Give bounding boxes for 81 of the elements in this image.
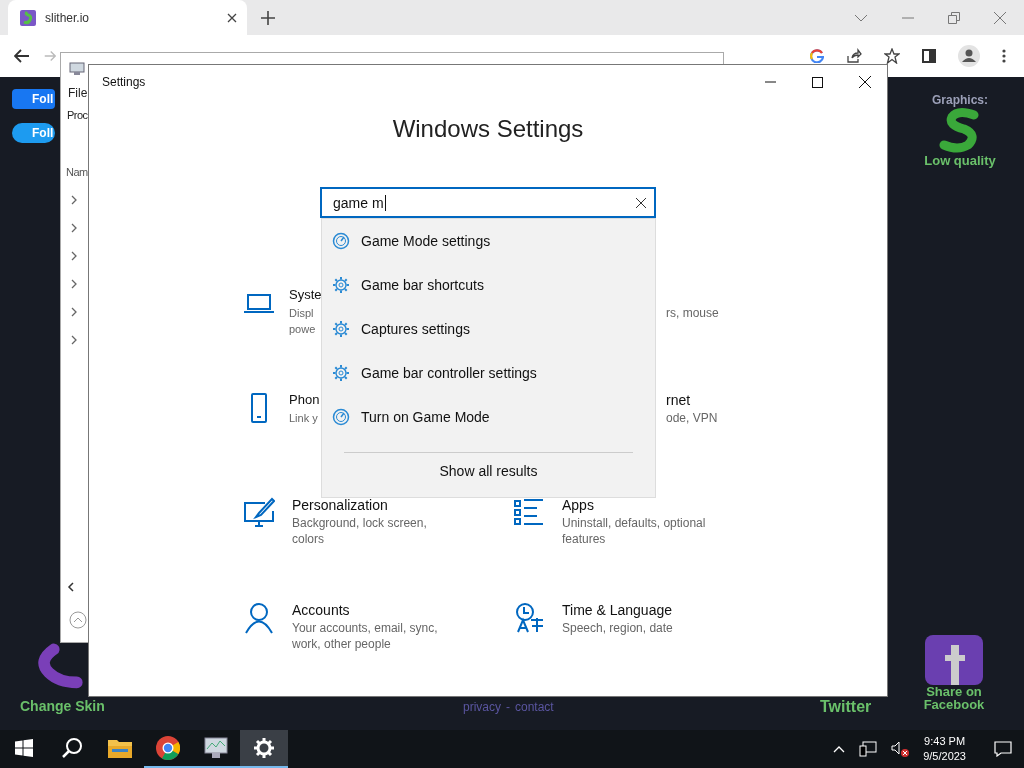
menu-icon[interactable] [1002, 49, 1006, 63]
tile-title[interactable]: Personalization [292, 495, 462, 515]
graphics-label: Graphics: [932, 93, 988, 107]
maximize-icon[interactable] [812, 76, 823, 88]
tile-title[interactable]: Phon [289, 390, 321, 410]
back-arrow-icon[interactable] [14, 49, 30, 63]
folder-icon [108, 738, 132, 758]
snake-icon [20, 9, 36, 26]
page-heading: Windows Settings [391, 114, 585, 144]
tile-description: rs, mouse [666, 305, 720, 321]
monitor-icon [204, 737, 228, 759]
chevron-icon[interactable] [69, 251, 79, 261]
notification-icon[interactable] [994, 741, 1012, 757]
chevron-up-icon[interactable] [833, 745, 846, 753]
clear-icon[interactable] [636, 197, 646, 208]
suggestion-item[interactable]: Game bar controller settings [322, 351, 655, 395]
chevron-icon[interactable] [69, 223, 79, 233]
column-header[interactable]: Nam [66, 166, 88, 178]
multicolor-ring-icon[interactable] [810, 49, 824, 63]
tile-title[interactable]: Syste [289, 285, 322, 305]
browser-tab[interactable]: slither.io [8, 0, 247, 35]
separator: - [506, 700, 510, 714]
suggestion-item[interactable]: Game bar shortcuts [322, 263, 655, 307]
share-tile-icon [925, 635, 983, 685]
tab[interactable]: Proc [67, 109, 88, 121]
menu-item[interactable]: File [68, 86, 88, 100]
search-field[interactable]: game m [320, 187, 656, 218]
person-icon[interactable] [243, 602, 275, 634]
tile-description: Background, lock screen, colors [292, 515, 428, 547]
tile-description: ode, VPN [666, 410, 719, 426]
tile-title[interactable]: Time & Language [562, 600, 732, 620]
tile-description: Your accounts, email, sync, work, other people [292, 620, 439, 652]
add-icon[interactable] [261, 10, 275, 25]
settings-icon [332, 320, 350, 338]
tile-description: Link y [289, 411, 319, 426]
clock-time[interactable]: 9:43 PM [924, 734, 966, 749]
profile-icon[interactable] [958, 45, 980, 67]
close-icon[interactable] [227, 12, 237, 23]
suggestion-item[interactable]: Turn on Game Mode [322, 395, 655, 439]
chevron-icon[interactable] [69, 195, 79, 205]
tile-description: Speech, region, date [562, 620, 674, 636]
chevron-icon[interactable] [69, 335, 79, 345]
gear-icon [254, 738, 274, 758]
share-icon[interactable] [846, 48, 862, 64]
side-panel-icon[interactable] [922, 49, 936, 63]
muted-speaker-icon[interactable] [891, 741, 910, 757]
search-icon [61, 737, 83, 759]
network-icon[interactable] [859, 741, 878, 757]
tile-title[interactable]: Accounts [292, 600, 462, 620]
restore-icon[interactable] [948, 11, 960, 24]
clock-date[interactable]: 9/5/2023 [923, 749, 966, 764]
tile-description: Uninstall, defaults, optional features [562, 515, 707, 547]
star-icon[interactable] [884, 48, 900, 64]
gauge-icon [332, 232, 350, 250]
browser-icon [156, 736, 180, 760]
twitter-share-link[interactable]: Twitter [820, 698, 872, 716]
monitor-brush-icon[interactable] [243, 497, 275, 529]
taskbar-app-button[interactable] [240, 730, 288, 768]
collapse-icon[interactable] [69, 611, 87, 629]
graphics-setting[interactable]: Low quality [924, 153, 996, 168]
window-title: Settings [102, 75, 146, 89]
change-skin-link[interactable]: Change Skin [20, 698, 105, 714]
scroll-left-icon[interactable] [66, 582, 76, 592]
chevron-icon[interactable] [69, 307, 79, 317]
suggestion-item[interactable]: Game Mode settings [322, 219, 655, 263]
show-all-results-link[interactable]: Show all results [439, 463, 538, 479]
tile-title[interactable]: rnet [666, 390, 783, 410]
tile-description: Displ powe [289, 306, 317, 337]
tile-title[interactable]: Apps [562, 495, 732, 515]
windows-logo-icon [15, 739, 33, 757]
gauge-icon [332, 408, 350, 426]
share-link[interactable]: Share on Facebook [912, 685, 996, 711]
follow-button[interactable]: Foll [12, 89, 56, 109]
chevron-down-icon[interactable] [854, 13, 868, 22]
settings-icon [332, 364, 350, 382]
chevron-icon[interactable] [69, 279, 79, 289]
clock-language-icon[interactable] [513, 602, 545, 634]
monitor-icon [69, 62, 85, 76]
settings-icon [332, 276, 350, 294]
close-icon[interactable] [859, 76, 871, 88]
suggestion-item[interactable]: Captures settings [322, 307, 655, 351]
